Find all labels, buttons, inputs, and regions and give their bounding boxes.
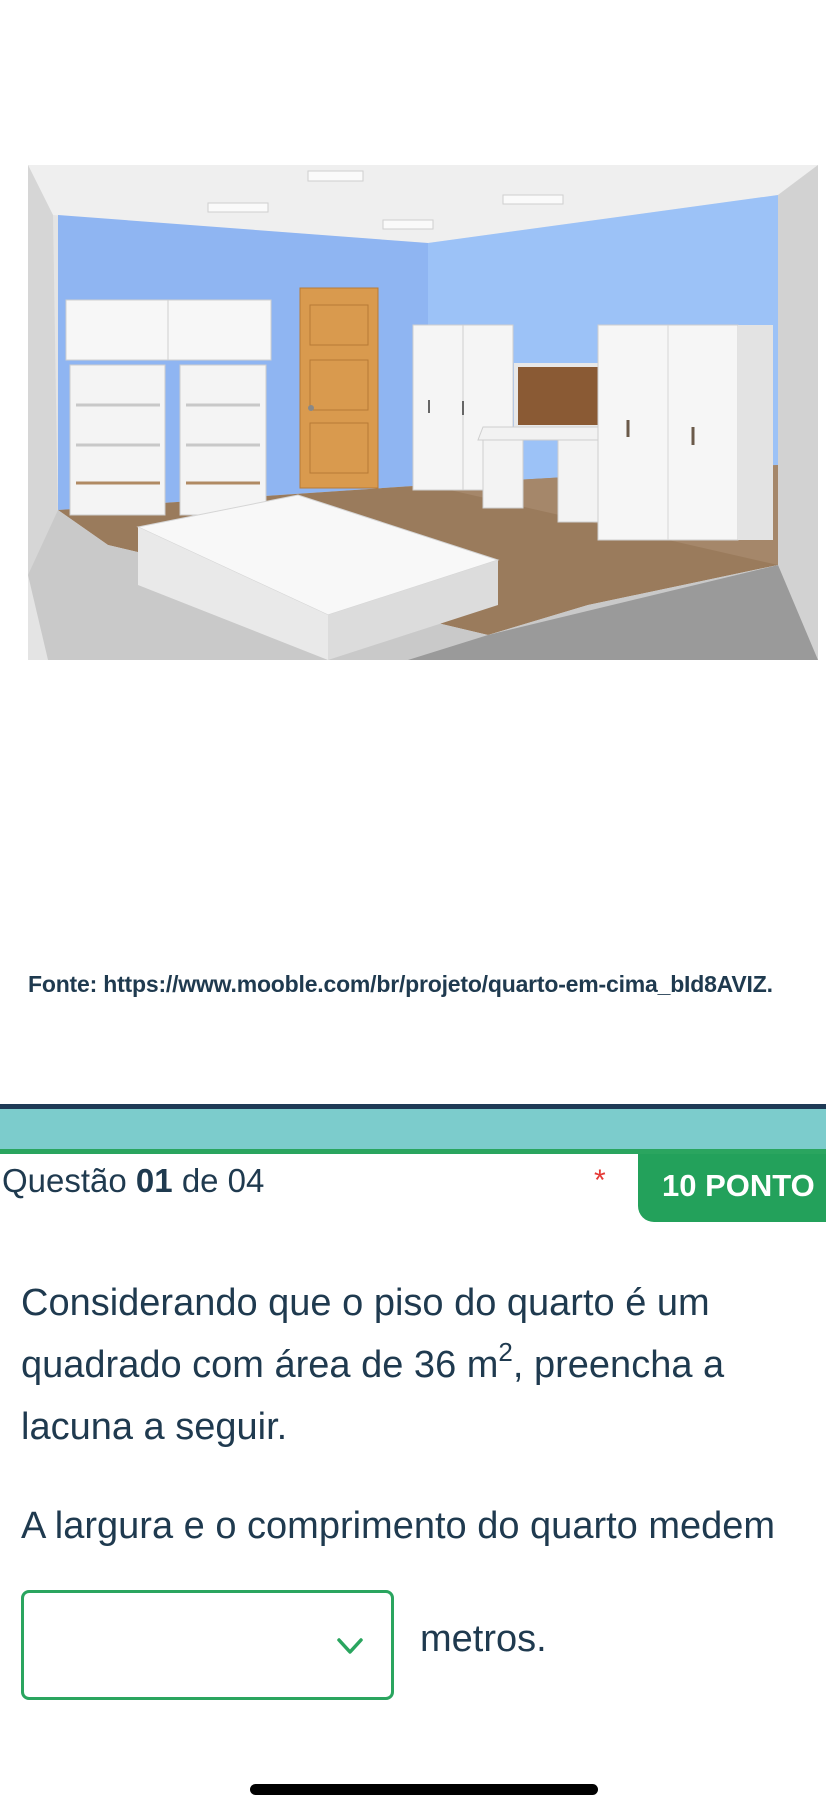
- required-asterisk: *: [594, 1164, 606, 1197]
- question-prefix: Questão: [2, 1162, 127, 1199]
- question-counter: Questão 01 de 04: [2, 1162, 264, 1200]
- question-header: Questão 01 de 04 * 10 PONTO: [0, 1154, 826, 1224]
- chevron-down-icon: [337, 1638, 363, 1654]
- points-badge: 10 PONTO: [638, 1154, 826, 1222]
- bedroom-3d-render: [28, 165, 818, 660]
- question-statement: Considerando que o piso do quarto é um q…: [21, 1272, 811, 1458]
- room-illustration: [28, 165, 818, 660]
- section-divider: [0, 1104, 826, 1154]
- unit-label: metros.: [420, 1618, 547, 1660]
- home-indicator[interactable]: [250, 1784, 598, 1795]
- superscript-exponent: 2: [498, 1337, 513, 1368]
- question-total: de 04: [181, 1162, 265, 1199]
- question-number: 01: [135, 1162, 173, 1199]
- answer-dropdown[interactable]: [21, 1590, 394, 1700]
- image-source-caption: Fonte: https://www.mooble.com/br/projeto…: [28, 971, 773, 997]
- fill-in-prompt: A largura e o comprimento do quarto mede…: [21, 1505, 776, 1547]
